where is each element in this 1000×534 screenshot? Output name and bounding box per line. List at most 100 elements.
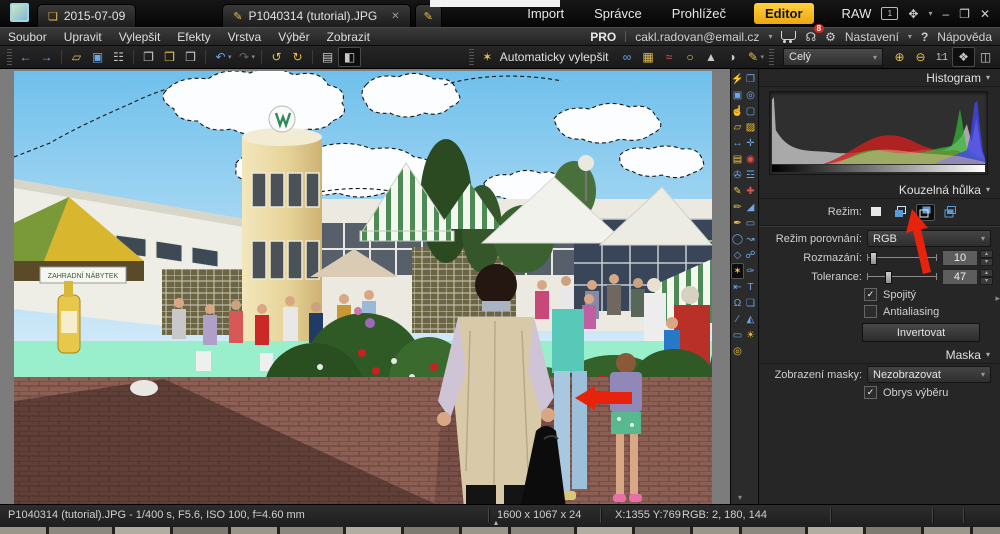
outline-checkbox[interactable]: ✓ Obrys výběru — [864, 385, 1000, 400]
open-button[interactable]: ▱ — [66, 48, 87, 66]
menu-vrstva[interactable]: Vrstva — [228, 30, 262, 44]
menu-soubor[interactable]: Soubor — [8, 30, 47, 44]
brush-caret-icon[interactable]: ▾ — [760, 53, 764, 61]
menu-efekty[interactable]: Efekty — [177, 30, 210, 44]
tool-lasso-icon[interactable]: ↝ — [744, 231, 757, 247]
nav-prohlizec[interactable]: Prohlížeč — [670, 3, 728, 24]
tool-canvas-size-icon[interactable]: ▤ — [731, 151, 744, 167]
mode-new-selection-icon[interactable] — [868, 205, 885, 220]
contiguous-checkbox[interactable]: ✓ Spojitý — [864, 287, 1000, 302]
editor-canvas[interactable]: ZAHRADNÍ NÁBYTEK — [0, 69, 730, 504]
fullscreen-icon[interactable]: ✥ — [908, 7, 918, 21]
menu-upravit[interactable]: Upravit — [64, 30, 102, 44]
status-expand-icon[interactable]: ▴ — [494, 518, 498, 527]
blur-slider[interactable] — [867, 250, 937, 265]
white-balance-button[interactable]: ○ — [679, 48, 700, 66]
tool-export-icon[interactable]: ❐ — [744, 71, 757, 87]
menu-zobrazit[interactable]: Zobrazit — [327, 30, 370, 44]
tool-red-eye-icon[interactable]: ◉ — [744, 151, 757, 167]
redo-caret-icon[interactable]: ▾ — [252, 53, 256, 61]
tool-pencil-icon[interactable]: ✏ — [731, 199, 744, 215]
levels-button[interactable]: ◑ — [721, 48, 742, 66]
help-icon[interactable]: ? — [921, 30, 928, 44]
filmstrip-peek[interactable] — [0, 527, 1000, 534]
tool-clone-stamp-icon[interactable]: ✇ — [731, 167, 744, 183]
tolerance-value[interactable]: 47 — [942, 269, 978, 285]
tool-healing-brush-icon[interactable]: ✚ — [744, 183, 757, 199]
tool-straighten-icon[interactable]: ▱ — [731, 119, 744, 135]
undo-caret-icon[interactable]: ▾ — [228, 53, 232, 61]
zoom-out-button[interactable]: ⊖ — [910, 48, 931, 66]
tab-folder[interactable]: ❏ 2015-07-09 — [37, 4, 136, 27]
tolerance-slider[interactable] — [867, 269, 937, 284]
camera-button[interactable]: ▦ — [637, 48, 658, 66]
histogram-header[interactable]: Histogram ▾ — [759, 69, 1000, 87]
tool-crop-marks-icon[interactable]: ▢ — [744, 103, 757, 119]
account-label[interactable]: cakl.radovan@email.cz — [635, 30, 759, 44]
tool-symbol-icon[interactable]: Ω — [731, 295, 744, 311]
save-button[interactable]: ▣ — [87, 48, 108, 66]
tolerance-up-icon[interactable]: ▴ — [980, 269, 993, 277]
auto-enhance-icon[interactable]: ✶ — [477, 48, 498, 66]
rotate-left-button[interactable]: ↺ — [266, 48, 287, 66]
menu-vyber[interactable]: Výběr — [278, 30, 309, 44]
tool-pan-icon[interactable]: ☝ — [731, 103, 744, 119]
sharpen-button[interactable]: ▲ — [700, 48, 721, 66]
blur-up-icon[interactable]: ▴ — [980, 250, 993, 258]
magic-wand-header[interactable]: Kouzelná hůlka ▾ — [759, 181, 1000, 199]
colors-button[interactable]: ≈ — [658, 48, 679, 66]
tolerance-down-icon[interactable]: ▾ — [980, 277, 993, 285]
nav-raw[interactable]: RAW — [840, 3, 874, 24]
tool-shapes-icon[interactable]: ❏ — [744, 295, 757, 311]
restore-icon[interactable]: ❐ — [959, 7, 970, 21]
tool-magic-wand-icon[interactable]: ✶ — [731, 263, 744, 279]
rotate-right-button[interactable]: ↻ — [287, 48, 308, 66]
red-eye-fix-button[interactable]: ∞ — [616, 48, 637, 66]
tool-line-icon[interactable]: ∕ — [731, 311, 744, 327]
tool-selection-brush-icon[interactable]: ✑ — [744, 263, 757, 279]
paste-button[interactable]: ❒ — [159, 48, 180, 66]
tool-zoom-icon[interactable]: ◎ — [744, 87, 757, 103]
photo-canvas[interactable]: ZAHRADNÍ NÁBYTEK — [14, 71, 712, 504]
tool-resize-icon[interactable]: ↔ — [731, 135, 744, 151]
forward-button[interactable]: → — [36, 48, 57, 66]
tool-deform-icon[interactable]: ✛ — [744, 135, 757, 151]
tool-quick-edits-icon[interactable]: ⚡ — [731, 71, 744, 87]
toolstrip-more-icon[interactable]: ▾ — [738, 493, 742, 502]
tool-droplet-icon[interactable]: ◎ — [731, 343, 744, 359]
blur-down-icon[interactable]: ▾ — [980, 258, 993, 266]
tab-editor-document[interactable]: ✎ P1040314 (tutorial).JPG ✕ — [222, 4, 410, 27]
fullscreen-caret-icon[interactable]: ▾ — [928, 9, 932, 18]
settings-label[interactable]: Nastavení — [845, 30, 899, 44]
tool-ellipse-selection-icon[interactable]: ◯ — [731, 231, 744, 247]
gear-icon[interactable]: ⚙ — [825, 30, 836, 44]
toolbar-grip[interactable] — [769, 49, 774, 65]
zoom-100-button[interactable]: 1:1 — [931, 48, 952, 66]
minimize-icon[interactable]: – — [942, 7, 949, 21]
help-label[interactable]: Nápověda — [937, 30, 992, 44]
settings-caret-icon[interactable]: ▾ — [908, 32, 912, 41]
auto-enhance-label[interactable]: Automaticky vylepšit — [500, 50, 609, 64]
account-caret-icon[interactable]: ▾ — [768, 32, 772, 41]
tab-close-icon[interactable]: ✕ — [391, 11, 399, 22]
tool-iron-icon[interactable]: ☲ — [744, 167, 757, 183]
tool-crop-icon[interactable]: ▣ — [731, 87, 744, 103]
preview-toggle-button[interactable]: ◧ — [338, 47, 361, 67]
tool-brush-icon[interactable]: ✎ — [731, 183, 744, 199]
mode-intersect-selection-icon[interactable] — [942, 205, 959, 220]
close-window-icon[interactable]: ✕ — [980, 7, 990, 21]
tool-gradient-icon[interactable]: ◭ — [744, 311, 757, 327]
monitor-icon[interactable]: 1 — [881, 7, 898, 20]
antialias-checkbox[interactable]: Antialiasing — [864, 304, 1000, 319]
paste-as-button[interactable]: ❒ — [180, 48, 201, 66]
tool-move-selection-icon[interactable]: ⇤ — [731, 279, 744, 295]
fit-width-button[interactable]: ◫ — [975, 48, 996, 66]
tool-perspective-icon[interactable]: ▨ — [744, 119, 757, 135]
zoom-mode-select[interactable]: Celý ▾ — [783, 48, 883, 66]
tab-editor-stub[interactable]: ✎ — [415, 4, 442, 27]
tool-magnetic-lasso-icon[interactable]: ☍ — [744, 247, 757, 263]
fit-screen-button[interactable]: ❖ — [952, 47, 975, 67]
toolbar-grip[interactable] — [7, 49, 12, 65]
menu-vylepsit[interactable]: Vylepšit — [119, 30, 161, 44]
news-feed-icon[interactable]: ☊ 8 — [805, 30, 816, 44]
